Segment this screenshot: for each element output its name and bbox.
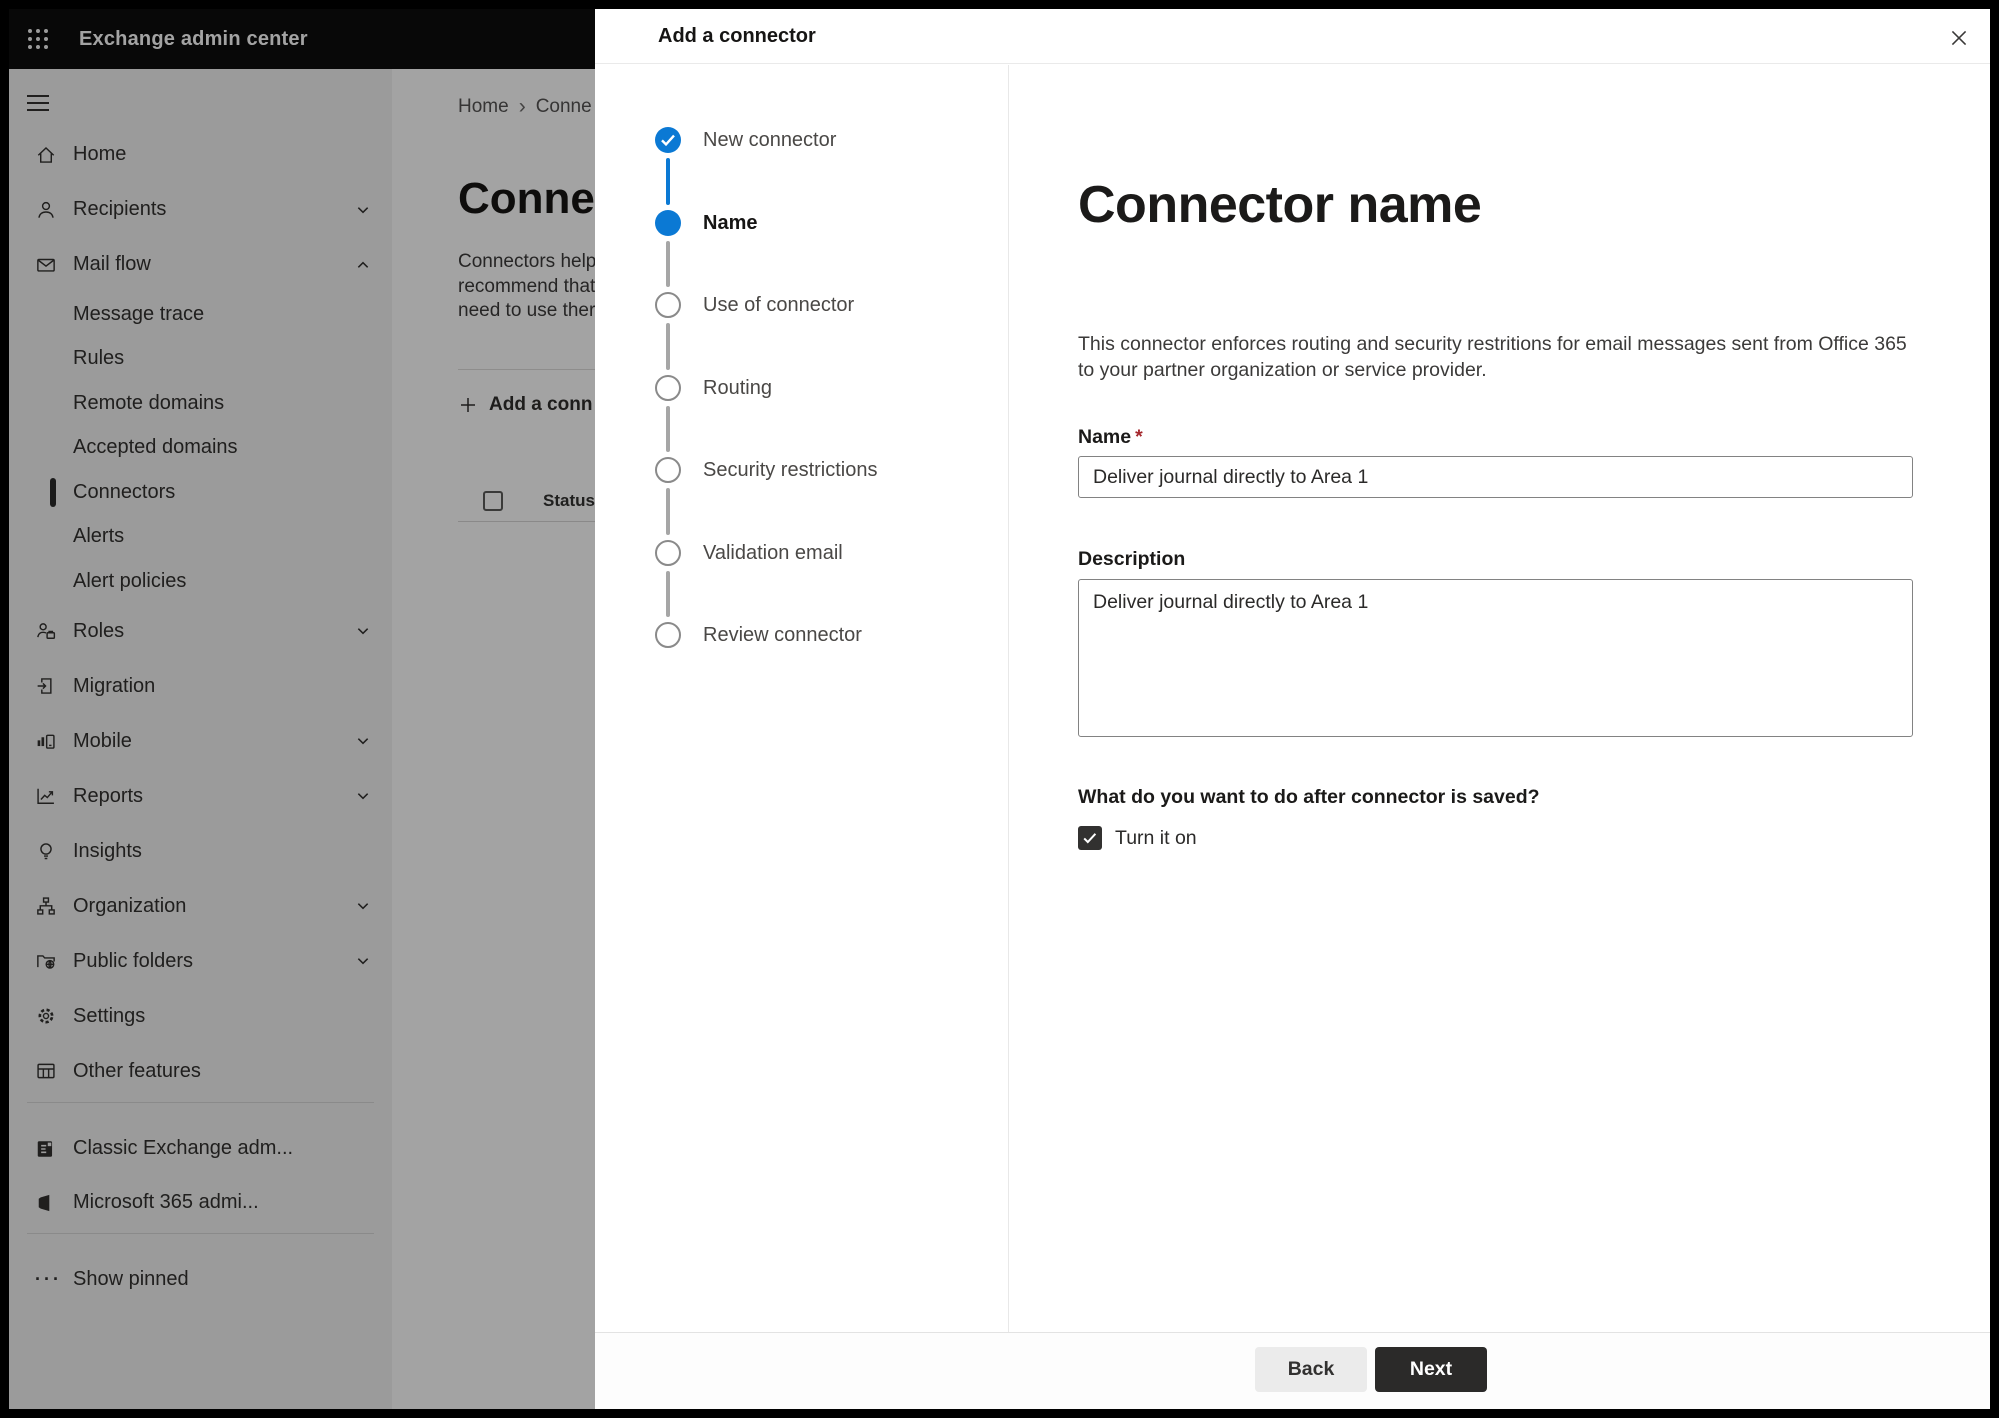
turn-it-on-label: Turn it on	[1115, 826, 1197, 849]
modal-title: Add a connector	[658, 24, 816, 47]
add-connector-modal: Add a connector New connector Name Use o…	[595, 9, 1990, 1409]
modal-body: New connector Name Use of connector Rout…	[595, 65, 1990, 1332]
modal-header: Add a connector	[595, 9, 1990, 64]
step-upcoming-icon	[655, 457, 681, 483]
step-upcoming-icon	[655, 292, 681, 318]
step-use-of-connector[interactable]: Use of connector	[595, 292, 1008, 375]
step-upcoming-icon	[655, 622, 681, 648]
wizard-content: Connector name This connector enforces r…	[1010, 65, 1990, 1332]
screenshot-frame: Exchange admin center Home Recipients Ma…	[0, 0, 1999, 1418]
close-icon	[1951, 30, 1967, 46]
description-textarea[interactable]: Deliver journal directly to Area 1	[1078, 579, 1913, 737]
step-review-connector[interactable]: Review connector	[595, 622, 1008, 705]
checked-checkbox-icon[interactable]	[1078, 826, 1102, 850]
exchange-admin-app: Exchange admin center Home Recipients Ma…	[9, 9, 1990, 1409]
step-new-connector[interactable]: New connector	[595, 127, 1008, 210]
name-input[interactable]	[1078, 456, 1913, 498]
wizard-description: This connector enforces routing and secu…	[1078, 333, 1907, 381]
modal-footer: Back Next	[595, 1332, 1990, 1409]
step-done-icon	[655, 127, 681, 153]
after-save-question: What do you want to do after connector i…	[1078, 786, 1540, 808]
wizard-heading: Connector name	[1078, 176, 1482, 234]
back-button[interactable]: Back	[1255, 1347, 1367, 1392]
description-field-label: Description	[1078, 548, 1186, 570]
turn-it-on-checkbox-row[interactable]: Turn it on	[1078, 826, 1197, 850]
step-current-icon	[655, 209, 681, 236]
next-button[interactable]: Next	[1375, 1347, 1487, 1392]
wizard-steps: New connector Name Use of connector Rout…	[595, 65, 1009, 1332]
close-button[interactable]	[1946, 25, 1972, 51]
step-routing[interactable]: Routing	[595, 374, 1008, 458]
required-asterisk: *	[1135, 426, 1143, 448]
step-upcoming-icon	[655, 374, 681, 401]
step-upcoming-icon	[655, 539, 681, 566]
name-field-label: Name *	[1078, 426, 1143, 448]
step-security-restrictions[interactable]: Security restrictions	[595, 457, 1008, 540]
step-name[interactable]: Name	[595, 209, 1008, 293]
step-validation-email[interactable]: Validation email	[595, 539, 1008, 623]
